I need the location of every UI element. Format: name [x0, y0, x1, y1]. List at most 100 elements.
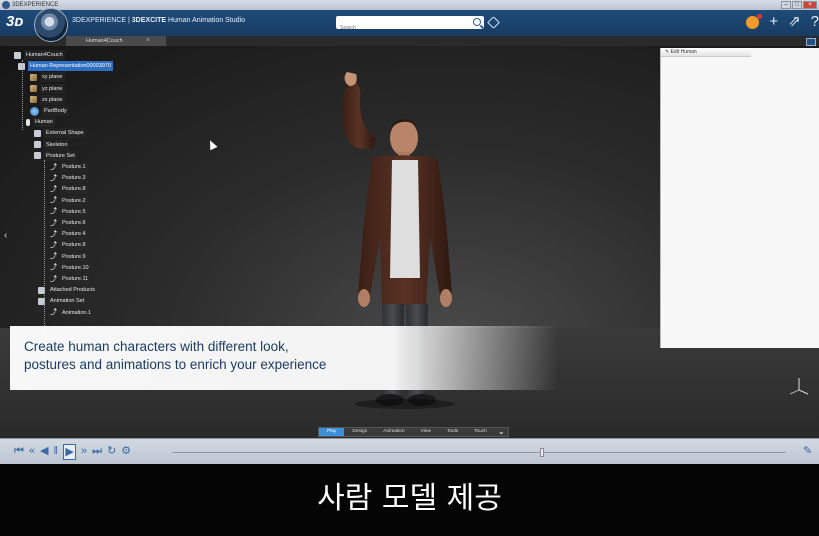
tree-node-label: Posture.4: [60, 229, 88, 240]
plane-icon: [30, 96, 37, 104]
posture-icon: ⤴: [50, 275, 57, 283]
tree-node[interactable]: Skeleton: [34, 139, 70, 150]
tab-close-icon[interactable]: ×: [146, 36, 150, 46]
human-icon: [26, 118, 30, 126]
tree-node[interactable]: ⤴ Posture.6: [50, 218, 88, 228]
search-box[interactable]: [336, 16, 484, 35]
tree-node[interactable]: ⤴ Posture.9: [50, 251, 88, 262]
command-tabs: Play Design Animation View Tools Touch ⌄: [318, 427, 509, 437]
search-input[interactable]: [336, 21, 466, 35]
tree-node[interactable]: zx plane: [30, 94, 65, 105]
tree-node[interactable]: ⤴ Posture.2: [50, 195, 88, 206]
tree-node[interactable]: yz plane: [30, 83, 65, 94]
tree-node[interactable]: Human Representation00003970: [18, 61, 114, 72]
tree-node-label: yz plane: [40, 83, 65, 94]
share-icon[interactable]: ⇗: [788, 14, 801, 30]
tree-node-label: Posture.6: [60, 218, 88, 228]
posture-set-icon: [34, 152, 41, 160]
more-tabs-icon[interactable]: ⌄: [495, 428, 508, 436]
tree-node-label: zx plane: [40, 94, 65, 105]
tree-guide-line: [22, 60, 23, 130]
fullscreen-icon[interactable]: [806, 38, 816, 46]
timeline-track[interactable]: [172, 452, 786, 453]
tree-node[interactable]: ⤴ Posture.10: [50, 262, 91, 273]
ds-logo-icon[interactable]: 3ᴅ: [6, 13, 23, 30]
tree-node-label: Posture.3: [60, 173, 88, 184]
timeline-scrubber[interactable]: [540, 448, 544, 457]
app-title: 3DEXPERIENCE | 3DEXCITE Human Animation …: [72, 17, 246, 24]
window-controls: – □ ×: [781, 0, 817, 10]
record-icon[interactable]: ✎: [803, 445, 815, 457]
skeleton-icon: [34, 141, 41, 149]
caption-line-1: Create human characters with different l…: [24, 339, 289, 354]
command-tab-play[interactable]: Play: [319, 428, 345, 436]
search-icon[interactable]: [473, 18, 481, 26]
add-icon[interactable]: +: [769, 14, 778, 30]
command-tab-design[interactable]: Design: [344, 428, 375, 436]
help-icon[interactable]: ?: [811, 14, 819, 30]
tree-node-label: Posture.10: [60, 262, 91, 273]
minimize-button[interactable]: –: [781, 1, 791, 9]
tree-node[interactable]: ⤴ Posture.4: [50, 229, 88, 240]
loop-icon[interactable]: ↻: [107, 444, 116, 460]
tree-node[interactable]: ⤴ Posture.3: [50, 173, 88, 184]
command-tab-view[interactable]: View: [413, 428, 439, 436]
close-button[interactable]: ×: [803, 1, 817, 9]
posture-icon: ⤴: [50, 174, 57, 182]
step-back-icon[interactable]: ◀: [40, 444, 48, 460]
tree-node-label: Posture.2: [60, 195, 88, 206]
subtitle: 사람 모델 제공: [317, 481, 502, 516]
posture-icon: ⤴: [50, 230, 57, 238]
tree-node-label: Human Representation00003970: [28, 61, 114, 72]
user-avatar[interactable]: [746, 13, 763, 29]
tree-node[interactable]: Human: [26, 117, 55, 128]
screen: 3DEXPERIENCE – □ × 3ᴅ 3DEXPERIENCE | 3DE…: [0, 0, 819, 536]
go-to-end-icon[interactable]: ⏭: [92, 444, 102, 460]
tree-node[interactable]: ⤴ Posture.11: [50, 274, 91, 284]
orientation-compass-icon[interactable]: [788, 376, 810, 398]
tree-node[interactable]: Animation Set: [38, 296, 87, 307]
tree-node[interactable]: External Shape: [34, 128, 86, 139]
maximize-button[interactable]: □: [792, 1, 802, 9]
os-title-bar: 3DEXPERIENCE – □ ×: [0, 0, 819, 10]
tree-node-label: Posture.11: [60, 274, 91, 284]
tree-node-label: Human: [33, 117, 55, 128]
tree-node[interactable]: ⤴ Posture.1: [50, 162, 88, 172]
command-tab-animation[interactable]: Animation: [375, 428, 412, 436]
edit-human-icon: ✎: [665, 49, 670, 55]
caption-band: Create human characters with different l…: [10, 326, 558, 390]
shape-icon: [34, 129, 41, 137]
tree-node[interactable]: ⤴ Posture.5: [50, 206, 88, 217]
settings-icon[interactable]: ⚙: [121, 444, 131, 460]
command-tab-touch[interactable]: Touch: [466, 428, 495, 436]
tag-icon[interactable]: [487, 16, 500, 29]
posture-icon: ⤴: [50, 185, 57, 193]
tree-node[interactable]: ⤴ Posture.8: [50, 184, 88, 195]
header-actions: + ⇗ ?: [746, 13, 819, 30]
fast-forward-icon[interactable]: »: [81, 444, 87, 460]
tree-node[interactable]: Attached Products: [38, 285, 97, 296]
tree-node-label: PartBody: [42, 106, 69, 116]
posture-icon: ⤴: [50, 197, 57, 205]
command-tab-tools[interactable]: Tools: [439, 428, 466, 436]
fast-rewind-icon[interactable]: «: [29, 444, 35, 460]
tree-node[interactable]: xy plane: [30, 72, 65, 83]
tree-node[interactable]: ⤴ Animation.1: [50, 307, 94, 318]
go-to-start-icon[interactable]: ⏮: [14, 444, 24, 460]
tree-node-label: Skeleton: [44, 139, 70, 150]
3d-viewport[interactable]: Human4Couch Human Representation00003970 x…: [0, 46, 819, 438]
tab-human4couch[interactable]: Human4Couch: [66, 36, 166, 46]
tree-node[interactable]: ⤴ Posture.8: [50, 240, 88, 251]
tree-node[interactable]: PartBody: [30, 106, 69, 116]
tree-node-label: Posture.1: [60, 162, 88, 172]
compass-icon[interactable]: [34, 8, 68, 42]
tree-node[interactable]: Human4Couch: [14, 50, 65, 60]
posture-icon: ⤴: [50, 219, 57, 227]
pause-icon[interactable]: ‖: [54, 444, 59, 460]
play-icon[interactable]: ▶: [63, 444, 77, 460]
playback-controls: ⏮ « ◀ ‖ ▶ » ⏭ ↻ ⚙: [14, 444, 131, 460]
animation-icon: ⤴: [50, 309, 57, 317]
tree-node-label: Posture.9: [60, 251, 88, 262]
collapse-left-icon[interactable]: ‹: [4, 230, 7, 241]
tree-node[interactable]: Posture Set: [34, 150, 77, 161]
